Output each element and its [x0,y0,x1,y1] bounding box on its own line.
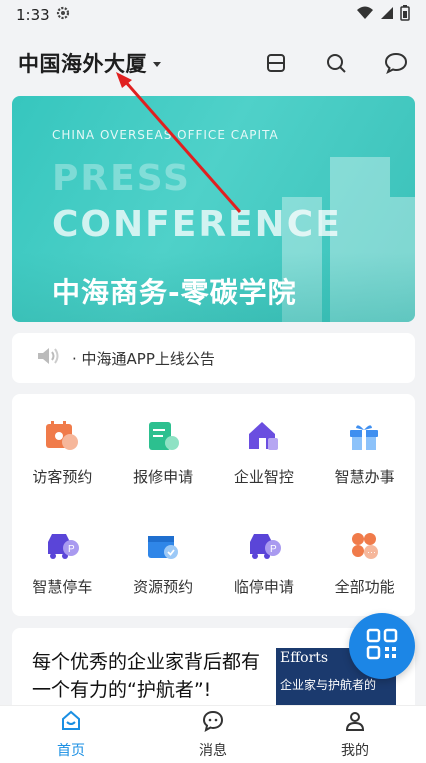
service-visitor[interactable]: 访客预约 [12,398,113,508]
status-time: 1:33 [16,6,50,24]
qr-code-icon [365,627,399,665]
service-label: 智慧停车 [32,578,93,596]
visitor-icon [42,418,82,454]
home-icon [60,710,82,736]
chevron-down-icon[interactable] [153,61,161,67]
profile-icon [344,710,366,736]
services-grid: 访客预约 报修申请 企业智控 智慧办事 P 智慧停车 资源预约 P 临停申请 ·… [12,394,415,616]
tab-label: 消息 [199,742,227,759]
service-label: 临停申请 [233,578,294,596]
banner-line2: CONFERENCE [52,204,342,245]
service-smart-affairs[interactable]: 智慧办事 [314,398,415,508]
article-headline: 每个优秀的企业家背后都有一个有力的“护航者”! [32,651,261,701]
service-all-functions[interactable]: ··· 全部功能 [314,508,415,618]
banner-cn-title: 中海商务-零碳学院 [52,276,297,309]
temp-parking-icon: P [244,528,284,564]
svg-text:P: P [68,544,75,555]
service-smart-parking[interactable]: P 智慧停车 [12,508,113,618]
message-icon [202,710,224,736]
battery-icon [400,5,410,25]
tab-profile[interactable]: 我的 [284,706,426,763]
speaker-icon [36,346,60,370]
top-bar: 中国海外大厦 [0,38,426,88]
tab-home[interactable]: 首页 [0,706,142,763]
banner-subtitle: CHINA OVERSEAS OFFICE CAPITA [52,128,279,142]
tab-label: 我的 [341,742,369,759]
building-selector-title[interactable]: 中国海外大厦 [18,48,147,78]
service-label: 报修申请 [133,468,194,486]
tab-label: 首页 [57,742,85,759]
repair-icon [143,418,183,454]
parking-icon: P [42,528,82,564]
qr-code-button[interactable] [349,613,415,679]
promo-banner[interactable]: CHINA OVERSEAS OFFICE CAPITA PRESS CONFE… [12,96,415,322]
service-label: 全部功能 [334,578,395,596]
service-label: 资源预约 [133,578,194,596]
service-label: 访客预约 [32,468,93,486]
signal-icon [380,6,394,24]
status-bar: 1:33 [0,0,426,30]
notice-bar[interactable]: · 中海通APP上线公告 [12,333,415,383]
thumbnail-text: Efforts [280,650,329,666]
gear-icon [56,6,70,24]
chat-icon[interactable] [384,51,408,75]
service-repair[interactable]: 报修申请 [113,398,214,508]
bottom-tab-bar: 首页 消息 我的 [0,705,426,763]
service-resource-booking[interactable]: 资源预约 [113,508,214,618]
service-label: 企业智控 [233,468,294,486]
home-control-icon [244,418,284,454]
service-temp-parking[interactable]: P 临停申请 [214,508,315,618]
notice-text: · 中海通APP上线公告 [72,349,215,368]
wifi-icon [356,6,374,24]
svg-text:P: P [270,544,277,555]
service-label: 智慧办事 [334,468,395,486]
service-enterprise-control[interactable]: 企业智控 [214,398,315,508]
tab-messages[interactable]: 消息 [142,706,284,763]
banner-line1: PRESS [52,158,191,199]
all-functions-icon: ··· [345,528,385,564]
search-icon[interactable] [324,51,348,75]
svg-text:···: ··· [367,547,376,557]
scan-icon[interactable] [264,51,288,75]
resource-icon [143,528,183,564]
gift-icon [345,418,385,454]
thumbnail-text: 企业家与护航者的 [280,678,377,692]
